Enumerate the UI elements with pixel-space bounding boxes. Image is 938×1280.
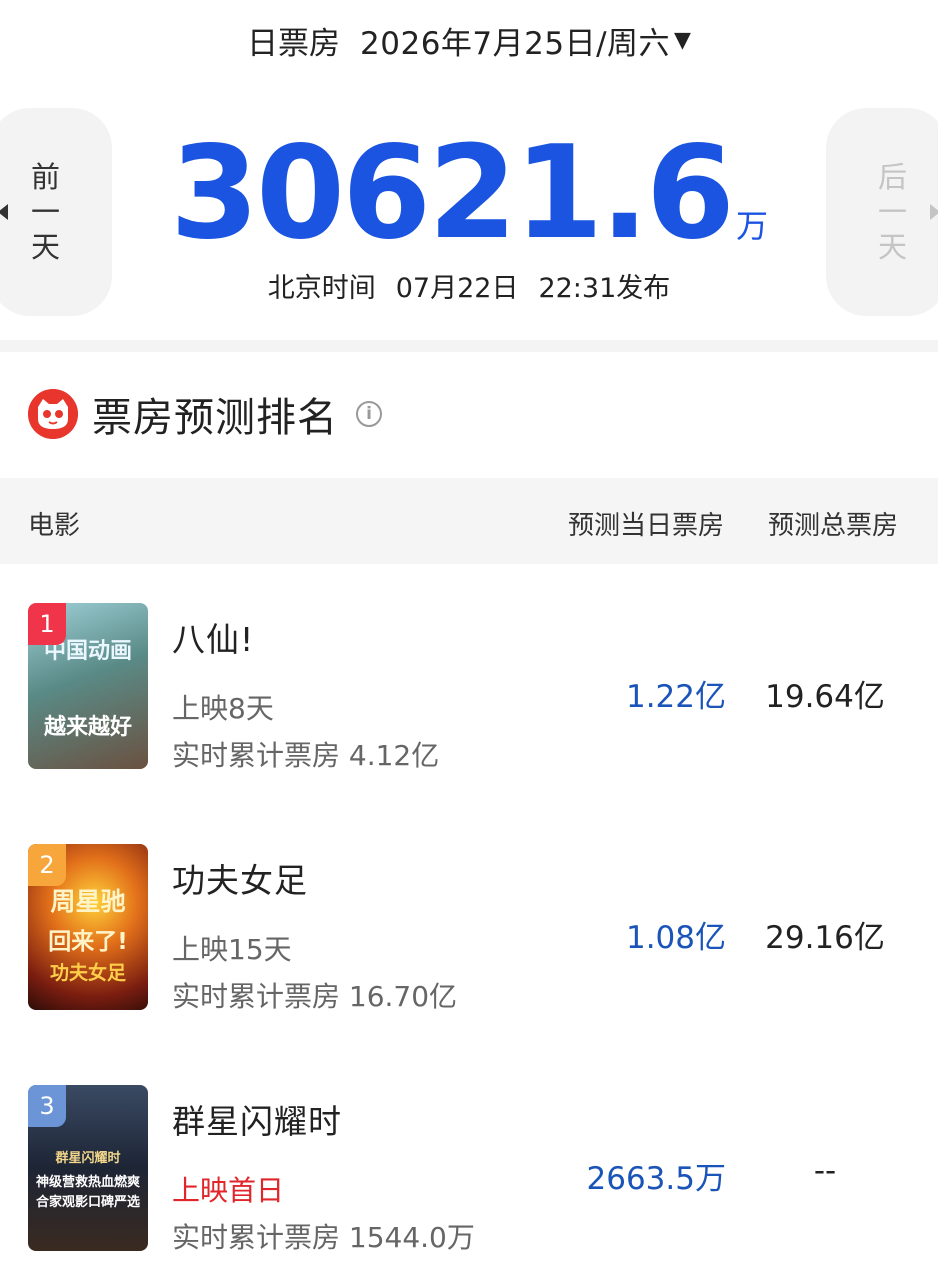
section-title: 票房预测排名 [92,395,338,441]
publish-time: 北京时间 07月22日 22:31发布 [0,266,938,305]
realtime-cumulative: 实时累计票房 16.70亿 [172,980,458,1013]
movie-title[interactable]: 群星闪耀时 [172,1095,342,1143]
movie-title[interactable]: 功夫女足 [172,854,308,902]
total-box-office-unit: 万 [735,207,768,245]
daily-box-office-label: 日票房 [247,25,341,62]
daily-total-panel: 前 一 天 后 一 天 30621.6 万 北京时间 07月22日 22:31发布 [0,108,938,318]
rank-badge: 1 [28,603,66,645]
info-icon[interactable]: i [356,401,382,427]
total-box-office-value: 30621.6 [169,119,735,268]
selected-date[interactable]: 2026年7月25日/周六 [360,18,670,63]
total-box-office: 30621.6 万 [0,130,938,258]
predicted-today-value: 2663.5万 [586,1161,726,1197]
section-divider [0,340,938,352]
column-predicted-today: 预测当日票房 [568,511,725,541]
realtime-cumulative: 实时累计票房 4.12亿 [172,739,440,772]
predicted-total-value: 19.64亿 [765,679,885,715]
column-movie: 电影 [28,511,81,541]
rank-badge: 3 [28,1085,66,1127]
section-header: 票房预测排名 i [28,385,382,443]
predicted-total-value: -- [813,1153,837,1189]
cat-logo-icon [28,389,78,439]
predicted-today-value: 1.08亿 [625,920,726,956]
movie-row[interactable]: 群星闪耀时 神级营救热血燃爽 合家观影口碑严选 3 群星闪耀时 上映首日 实时累… [0,1085,938,1280]
publish-clock: 22:31发布 [538,273,671,304]
timezone-label: 北京时间 [267,273,376,304]
date-selector[interactable]: 日票房 2026年7月25日/周六 ▼ [0,0,938,80]
table-header: 电影 预测当日票房 预测总票房 [0,478,938,564]
predicted-today-value: 1.22亿 [625,679,726,715]
movie-row[interactable]: 中国动画 越来越好 1 八仙! 上映8天 实时累计票房 4.12亿 1.22亿 … [0,603,938,803]
realtime-cumulative: 实时累计票房 1544.0万 [172,1221,475,1254]
poster-text: 功夫女足 [49,962,126,984]
dropdown-caret-icon[interactable]: ▼ [674,28,691,53]
column-predicted-total: 预测总票房 [768,511,899,541]
movie-title[interactable]: 八仙! [172,613,254,661]
publish-date: 07月22日 [395,273,519,304]
movie-row[interactable]: 周星驰 回来了! 功夫女足 2 功夫女足 上映15天 实时累计票房 16.70亿… [0,844,938,1044]
rank-badge: 2 [28,844,66,886]
predicted-total-value: 29.16亿 [765,920,885,956]
